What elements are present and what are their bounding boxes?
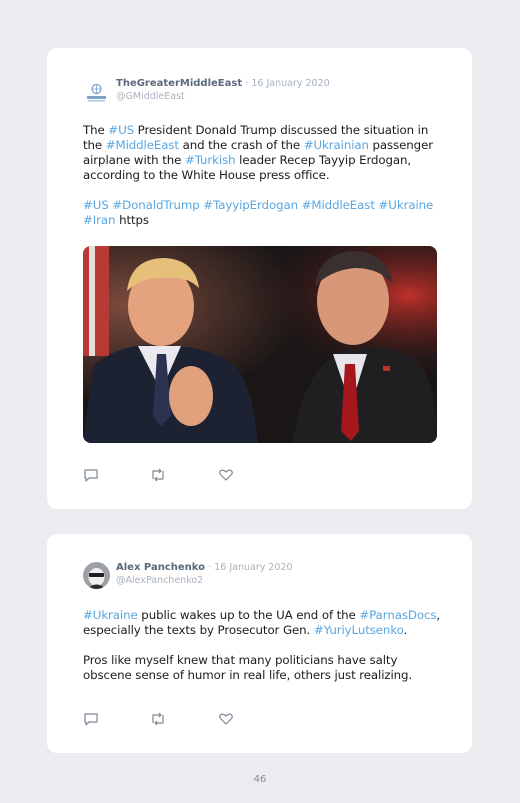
tweet-actions bbox=[83, 467, 243, 482]
hashtag-link[interactable]: #US bbox=[83, 198, 109, 212]
hashtag-link[interactable]: #MiddleEast bbox=[302, 198, 375, 212]
tweet-card: Alex Panchenko · 16 January 2020 @AlexPa… bbox=[47, 534, 472, 753]
tweet-date[interactable]: · 16 January 2020 bbox=[208, 562, 292, 573]
author-handle[interactable]: @GMiddleEast bbox=[116, 91, 185, 102]
author-handle[interactable]: @AlexPanchenko2 bbox=[116, 575, 203, 586]
text-run: and the crash of the bbox=[178, 138, 304, 152]
hashtag-link[interactable]: #US bbox=[108, 123, 134, 137]
text-run: . bbox=[403, 623, 408, 637]
tweet-date[interactable]: · 16 January 2020 bbox=[245, 78, 329, 89]
tweet-header: Alex Panchenko · 16 January 2020 bbox=[116, 562, 293, 573]
hashtag-link[interactable]: #MiddleEast bbox=[106, 138, 179, 152]
globe-logo-icon[interactable] bbox=[83, 79, 110, 106]
reply-icon[interactable] bbox=[83, 711, 99, 726]
text-run: The bbox=[83, 123, 109, 137]
author-name[interactable]: Alex Panchenko bbox=[116, 562, 205, 573]
tweet-actions bbox=[83, 711, 243, 726]
hashtag-link[interactable]: #TayyipErdogan bbox=[203, 198, 298, 212]
retweet-icon[interactable] bbox=[150, 467, 166, 482]
hashtag-link[interactable]: #Ukraine bbox=[379, 198, 434, 212]
text-run: https bbox=[115, 213, 149, 227]
hashtag-link[interactable]: #Iran bbox=[83, 213, 116, 227]
reply-icon[interactable] bbox=[83, 467, 99, 482]
tweet-text-continued: Pros like myself knew that many politici… bbox=[83, 653, 413, 682]
hashtag-link[interactable]: #Turkish bbox=[185, 153, 236, 167]
tweet-card: TheGreaterMiddleEast · 16 January 2020 @… bbox=[47, 48, 472, 509]
tweet-text: The #US President Donald Trump discussed… bbox=[83, 123, 443, 183]
author-name[interactable]: TheGreaterMiddleEast bbox=[116, 78, 242, 89]
hashtag-link[interactable]: #ParnasDocs bbox=[359, 608, 436, 622]
page-number: 46 bbox=[253, 774, 267, 785]
hashtag-link[interactable]: #Ukrainian bbox=[304, 138, 369, 152]
retweet-icon[interactable] bbox=[150, 711, 166, 726]
hashtag-link[interactable]: #YuriyLutsenko bbox=[314, 623, 404, 637]
like-icon[interactable] bbox=[218, 467, 234, 481]
tweet-header: TheGreaterMiddleEast · 16 January 2020 bbox=[116, 78, 330, 89]
hashtag-link[interactable]: #DonaldTrump bbox=[112, 198, 199, 212]
tweet-photo[interactable] bbox=[83, 246, 437, 443]
user-avatar-icon[interactable] bbox=[83, 562, 110, 589]
text-run: public wakes up to the UA end of the bbox=[137, 608, 360, 622]
tweet-text: #Ukraine public wakes up to the UA end o… bbox=[83, 608, 443, 638]
like-icon[interactable] bbox=[218, 711, 234, 725]
hashtag-link[interactable]: #Ukraine bbox=[83, 608, 138, 622]
tweet-hashtags: #US #DonaldTrump #TayyipErdogan #MiddleE… bbox=[83, 198, 443, 228]
